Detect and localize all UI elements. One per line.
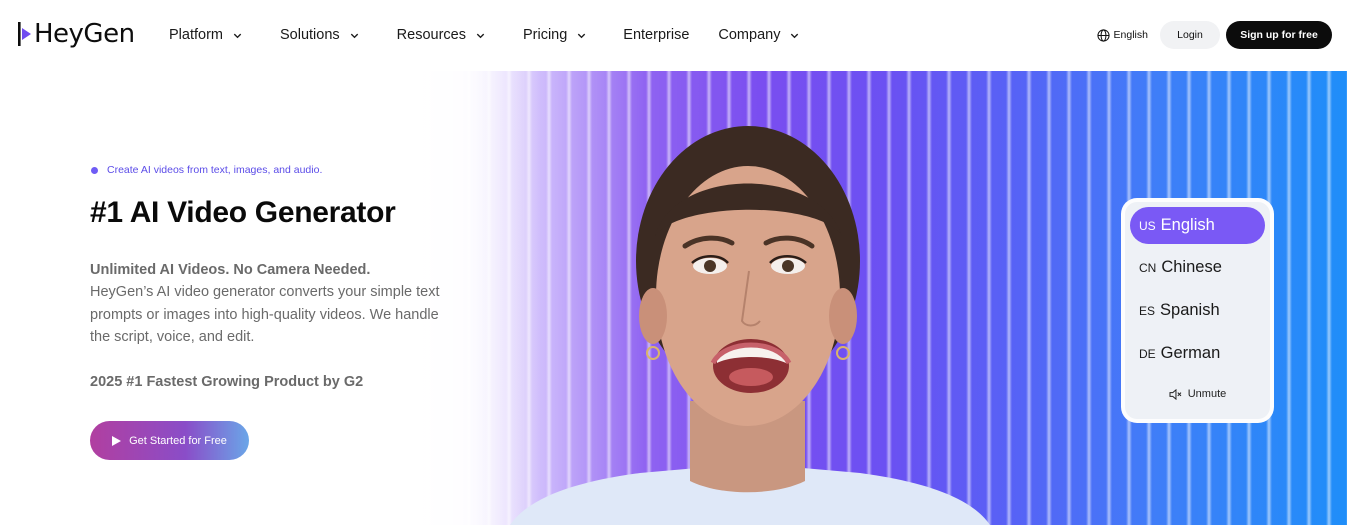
hero-title: #1 AI Video Generator [90, 196, 396, 229]
language-label: Spanish [1160, 301, 1220, 319]
language-option-english[interactable]: US English [1130, 207, 1265, 244]
nav-platform[interactable]: Platform [169, 24, 243, 46]
signup-button[interactable]: Sign up for free [1226, 21, 1332, 49]
nav-label: Platform [169, 27, 223, 43]
language-code: CN [1139, 260, 1157, 275]
unmute-button[interactable]: Unmute [1125, 388, 1270, 400]
language-picker-card: US English CN Chinese ES Spanish DE Germ… [1121, 198, 1274, 423]
logo-wordmark: HeyGen [34, 19, 135, 49]
language-label: German [1160, 344, 1221, 362]
heygen-logo[interactable]: HeyGen [18, 18, 135, 50]
chevron-down-icon [791, 33, 799, 38]
eyebrow-dot-icon [91, 166, 98, 174]
language-label: Chinese [1161, 258, 1222, 276]
cta-label: Get Started for Free [129, 434, 227, 447]
logo-play-mark-icon [18, 21, 33, 47]
login-button[interactable]: Login [1160, 21, 1220, 49]
language-switcher[interactable]: English [1096, 28, 1148, 42]
chevron-down-icon [578, 33, 586, 38]
hero-award-badge: 2025 #1 Fastest Growing Product by G2 [90, 373, 364, 390]
language-code: US [1139, 218, 1156, 233]
language-code: ES [1139, 303, 1156, 318]
hero-eyebrow: Create AI videos from text, images, and … [90, 160, 450, 180]
hero-subtitle: Unlimited AI Videos. No Camera Needed. [90, 262, 371, 278]
header-actions: English Login Sign up for free [1096, 21, 1332, 49]
eyebrow-text: Create AI videos from text, images, and … [107, 164, 323, 176]
language-option-chinese[interactable]: CN Chinese [1130, 249, 1265, 286]
nav-company[interactable]: Company [718, 24, 800, 46]
nav-label: Pricing [522, 27, 568, 43]
unmute-label: Unmute [1187, 388, 1227, 400]
nav-label: Solutions [280, 27, 340, 43]
chevron-down-icon [476, 33, 485, 38]
nav-enterprise[interactable]: Enterprise [623, 24, 689, 46]
nav-label: Company [718, 27, 781, 43]
chevron-down-icon [350, 33, 358, 38]
language-option-spanish[interactable]: ES Spanish [1130, 292, 1265, 329]
language-option-german[interactable]: DE German [1130, 335, 1265, 372]
chevron-down-icon [233, 33, 242, 38]
hero-description: HeyGen’s AI video generator converts you… [90, 284, 440, 345]
nav-label: Resources [396, 27, 466, 43]
hero-content: Create AI videos from text, images, and … [90, 160, 450, 393]
nav-resources[interactable]: Resources [397, 24, 486, 46]
main-nav: Platform Solutions Resources Pricing Ent… [169, 24, 800, 46]
site-header: HeyGen Platform Solutions Resources Pric… [0, 0, 1347, 70]
language-label: English [1160, 216, 1215, 234]
speaker-muted-icon [1169, 388, 1182, 400]
nav-label: Enterprise [623, 27, 690, 43]
nav-solutions[interactable]: Solutions [280, 24, 360, 46]
globe-icon [1096, 28, 1110, 42]
nav-pricing[interactable]: Pricing [523, 24, 587, 46]
presenter-avatar-image [510, 126, 990, 525]
play-icon [112, 435, 122, 446]
language-label: English [1113, 29, 1148, 41]
language-code: DE [1139, 346, 1156, 361]
get-started-button[interactable]: Get Started for Free [90, 421, 249, 460]
